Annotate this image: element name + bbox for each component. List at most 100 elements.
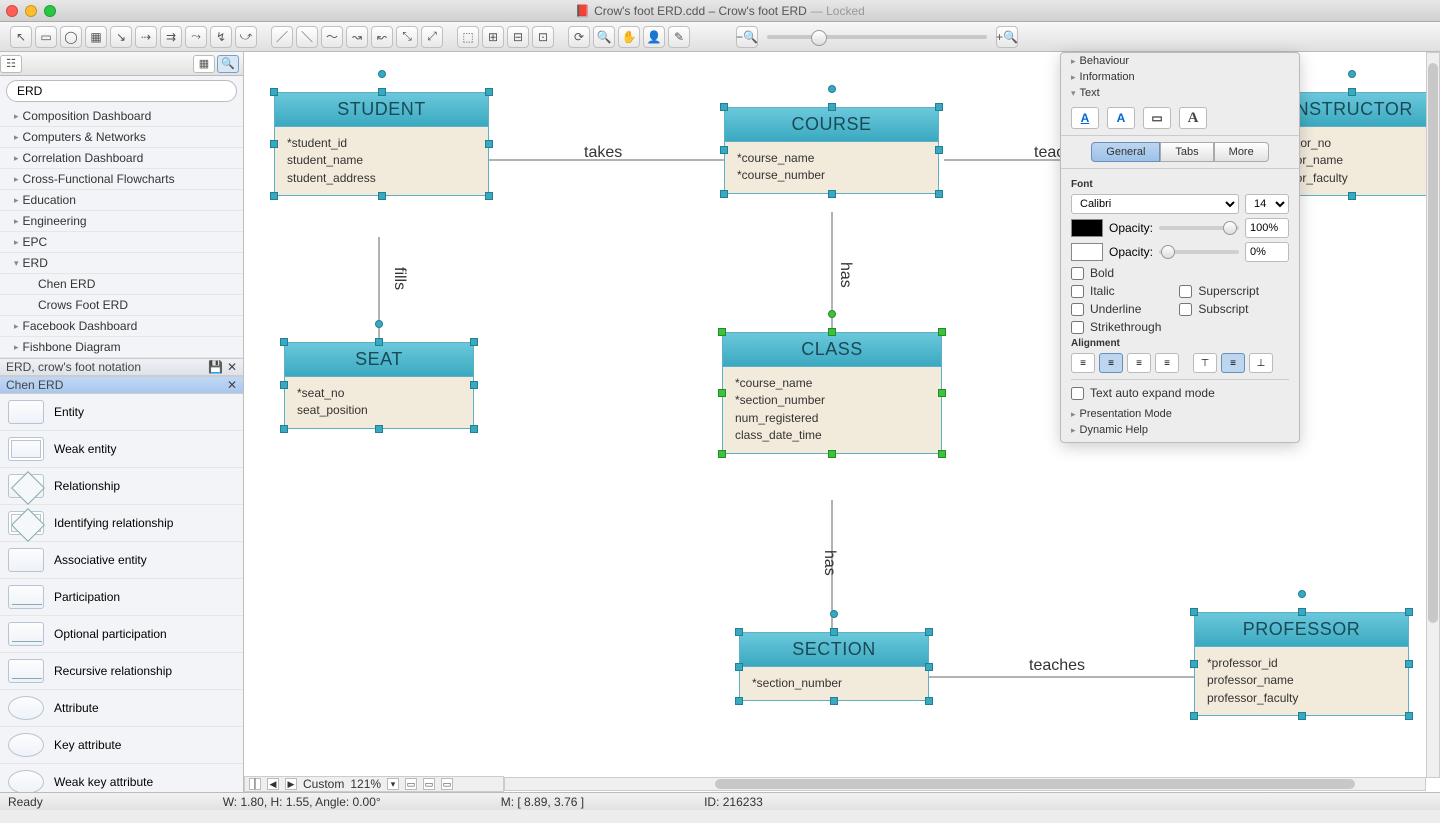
connector-tool-3[interactable]: ⇉ [160, 26, 182, 48]
zoom-reset-tool[interactable]: ⟳ [568, 26, 590, 48]
line-tool-4[interactable]: ↝ [346, 26, 368, 48]
tab-general[interactable]: General [1091, 142, 1160, 162]
strikethrough-checkbox[interactable]: Strikethrough [1071, 320, 1161, 334]
layout-tool-3[interactable]: ⊟ [507, 26, 529, 48]
lib-facebook-dashboard[interactable]: Facebook Dashboard [0, 316, 243, 337]
line-tool-5[interactable]: ↜ [371, 26, 393, 48]
entity-seat[interactable]: SEAT *seat_no seat_position [284, 342, 474, 429]
text-opacity-slider[interactable] [1159, 226, 1239, 230]
zoom-in-button[interactable]: +🔍 [996, 26, 1018, 48]
underline-a-icon[interactable]: A [1071, 107, 1099, 129]
stencil-list[interactable]: Entity Weak entity Relationship Identify… [0, 394, 243, 792]
section-information[interactable]: Information [1061, 69, 1299, 85]
search-view-button[interactable]: 🔍 [217, 55, 239, 73]
layout-tool-4[interactable]: ⊡ [532, 26, 554, 48]
close-icon[interactable] [6, 5, 18, 17]
lib-erd[interactable]: ERD [0, 253, 243, 274]
valign-bot-button[interactable]: ⊥ [1249, 353, 1273, 373]
tab-more[interactable]: More [1214, 142, 1269, 162]
horizontal-scrollbar[interactable] [504, 777, 1426, 791]
italic-checkbox[interactable]: Italic [1071, 284, 1161, 298]
underline-checkbox[interactable]: Underline [1071, 302, 1161, 316]
lib-epc[interactable]: EPC [0, 232, 243, 253]
lib-chen-erd[interactable]: Chen ERD [0, 274, 243, 295]
section-behaviour[interactable]: Behaviour [1061, 53, 1299, 69]
serif-a-icon[interactable]: A [1179, 107, 1207, 129]
subscript-checkbox[interactable]: Subscript [1179, 302, 1259, 316]
valign-top-button[interactable]: ⊤ [1193, 353, 1217, 373]
line-tool-2[interactable]: ＼ [296, 26, 318, 48]
stencil-weak-entity[interactable]: Weak entity [0, 431, 243, 468]
connector-tool-2[interactable]: ⇢ [135, 26, 157, 48]
table-tool[interactable]: ▦ [85, 26, 107, 48]
align-right-button[interactable]: ≡ [1127, 353, 1151, 373]
view-mode-1[interactable]: ▭ [405, 778, 417, 790]
stencil-key-attribute[interactable]: Key attribute [0, 727, 243, 764]
section-text[interactable]: Text [1061, 85, 1299, 101]
align-justify-button[interactable]: ≡ [1155, 353, 1179, 373]
page-next-button[interactable]: ▶ [285, 778, 297, 790]
section-crows-foot[interactable]: ERD, crow's foot notation 💾✕ [0, 358, 243, 376]
stencil-weak-key-attribute[interactable]: Weak key attribute [0, 764, 243, 792]
minimize-icon[interactable] [25, 5, 37, 17]
valign-mid-button[interactable]: ≡ [1221, 353, 1245, 373]
lib-correlation-dashboard[interactable]: Correlation Dashboard [0, 148, 243, 169]
zoom-out-button[interactable]: −🔍 [736, 26, 758, 48]
fill-a-icon[interactable]: A [1107, 107, 1135, 129]
section-chen-erd[interactable]: Chen ERD ✕ [0, 376, 243, 394]
ellipse-tool[interactable]: ◯ [60, 26, 82, 48]
stencil-optional-participation[interactable]: Optional participation [0, 616, 243, 653]
smart-connector-tool[interactable]: ↘ [110, 26, 132, 48]
layout-tool-1[interactable]: ⬚ [457, 26, 479, 48]
entity-section[interactable]: SECTION *section_number [739, 632, 929, 701]
stencil-attribute[interactable]: Attribute [0, 690, 243, 727]
pan-tool[interactable]: ✋ [618, 26, 640, 48]
auto-expand-checkbox[interactable]: Text auto expand mode [1071, 386, 1289, 400]
zoom-tool[interactable]: 🔍 [593, 26, 615, 48]
lib-computers-networks[interactable]: Computers & Networks [0, 127, 243, 148]
line-tool-7[interactable]: ⤢ [421, 26, 443, 48]
box-style-icon[interactable]: ▭ [1143, 107, 1171, 129]
zoom-dropdown[interactable]: ▾ [387, 778, 399, 790]
entity-student[interactable]: STUDENT *student_id student_name student… [274, 92, 489, 196]
font-select[interactable]: Calibri [1071, 194, 1239, 214]
stencil-identifying-relationship[interactable]: Identifying relationship [0, 505, 243, 542]
font-size-select[interactable]: 14 [1245, 194, 1289, 214]
connector-tool-4[interactable]: ⤳ [185, 26, 207, 48]
align-center-button[interactable]: ≡ [1099, 353, 1123, 373]
lib-crows-foot-erd[interactable]: Crows Foot ERD [0, 295, 243, 316]
align-left-button[interactable]: ≡ [1071, 353, 1095, 373]
lib-composition-dashboard[interactable]: Composition Dashboard [0, 106, 243, 127]
stencil-relationship[interactable]: Relationship [0, 468, 243, 505]
line-tool-6[interactable]: ⤡ [396, 26, 418, 48]
stencil-entity[interactable]: Entity [0, 394, 243, 431]
connector-tool-5[interactable]: ↯ [210, 26, 232, 48]
entity-class[interactable]: CLASS *course_name *section_number num_r… [722, 332, 942, 454]
entity-course[interactable]: COURSE *course_name *course_number [724, 107, 939, 194]
stencil-participation[interactable]: Participation [0, 579, 243, 616]
inspector-panel[interactable]: Behaviour Information Text A A ▭ A Gener… [1060, 52, 1300, 443]
tab-tabs[interactable]: Tabs [1160, 142, 1213, 162]
connector-tool-6[interactable]: ⤻ [235, 26, 257, 48]
bg-opacity-slider[interactable] [1159, 250, 1239, 254]
stencil-associative-entity[interactable]: Associative entity [0, 542, 243, 579]
zoom-slider[interactable] [767, 35, 987, 39]
text-opacity-input[interactable] [1245, 218, 1289, 238]
superscript-checkbox[interactable]: Superscript [1179, 284, 1259, 298]
text-color-swatch[interactable] [1071, 219, 1103, 237]
library-search-input[interactable] [6, 80, 237, 102]
library-list[interactable]: Composition Dashboard Computers & Networ… [0, 106, 243, 358]
page-first-button[interactable]: ⎮ [249, 778, 261, 790]
bold-checkbox[interactable]: Bold [1071, 266, 1161, 280]
save-icon[interactable]: 💾 [208, 360, 223, 374]
lib-fishbone[interactable]: Fishbone Diagram [0, 337, 243, 358]
zoom-value[interactable]: 121% [350, 777, 381, 791]
vertical-scrollbar[interactable] [1426, 52, 1440, 778]
section-presentation-mode[interactable]: Presentation Mode [1061, 406, 1299, 422]
section-dynamic-help[interactable]: Dynamic Help [1061, 422, 1299, 438]
zoom-icon[interactable] [44, 5, 56, 17]
stencil-recursive-relationship[interactable]: Recursive relationship [0, 653, 243, 690]
page-prev-button[interactable]: ◀ [267, 778, 279, 790]
lib-education[interactable]: Education [0, 190, 243, 211]
eyedropper-tool[interactable]: ✎ [668, 26, 690, 48]
